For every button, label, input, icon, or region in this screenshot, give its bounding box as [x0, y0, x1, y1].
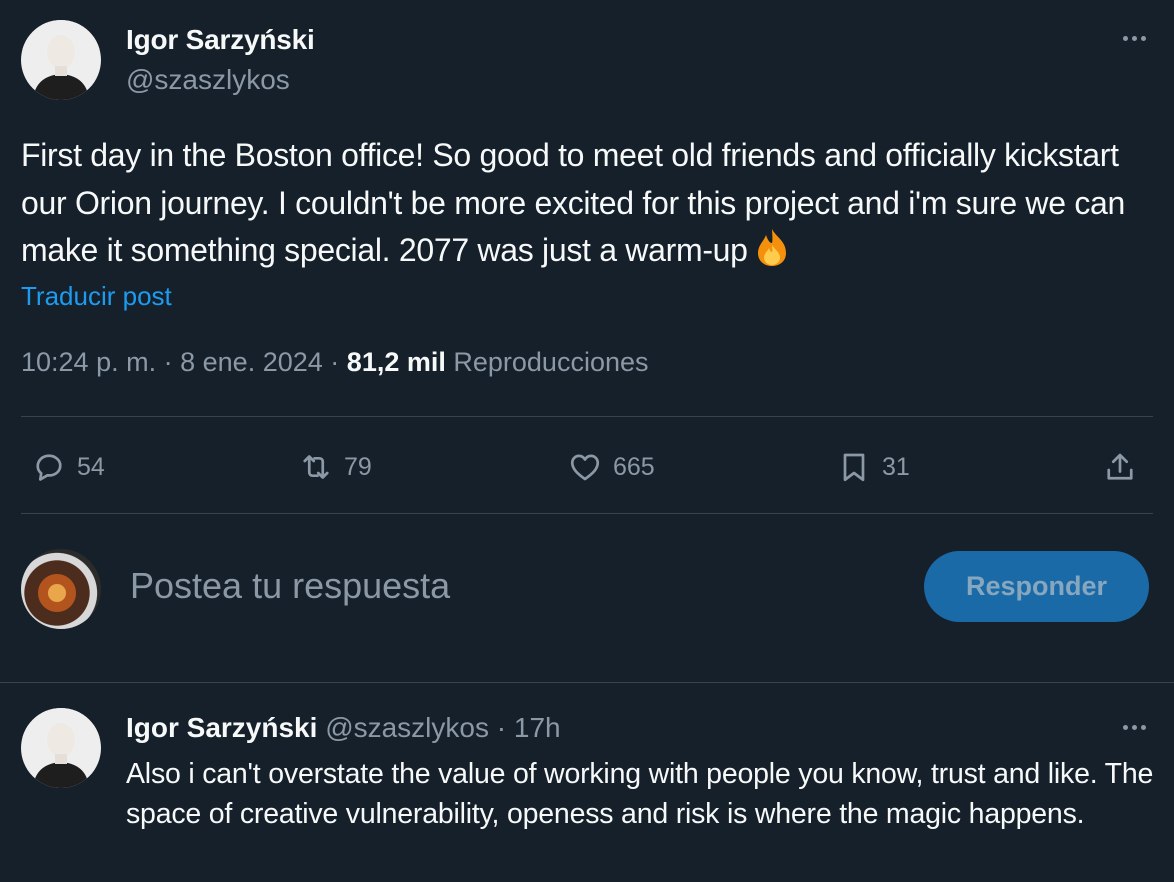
fire-emoji-icon — [757, 229, 786, 266]
reply-text: Also i can't overstate the value of work… — [126, 758, 1154, 830]
reply-author-name[interactable]: Igor Sarzyński — [126, 712, 317, 743]
author-avatar[interactable] — [21, 20, 101, 100]
reply-separator: · — [496, 712, 507, 743]
divider — [21, 416, 1153, 417]
bookmark-action[interactable]: 31 — [836, 447, 910, 487]
bookmark-count: 31 — [882, 452, 910, 481]
translate-post-link[interactable]: Traducir post — [21, 281, 172, 312]
repost-count: 79 — [344, 452, 372, 481]
reply-input[interactable]: Postea tu respuesta — [130, 565, 450, 607]
reply-time[interactable]: 17h — [514, 712, 561, 743]
divider — [0, 682, 1174, 683]
author-name[interactable]: Igor Sarzyński — [126, 24, 315, 56]
like-count: 665 — [613, 452, 655, 481]
post-meta: 10:24 p. m. · 8 ene. 2024 · 81,2 mil Rep… — [21, 347, 649, 378]
meta-separator: · — [330, 347, 340, 377]
reply-count: 54 — [77, 452, 105, 481]
reply-action[interactable]: 54 — [31, 447, 105, 487]
reply-submit-button[interactable]: Responder — [924, 551, 1149, 622]
heart-icon — [570, 454, 600, 481]
meta-separator: · — [163, 347, 173, 377]
person-photo-icon — [21, 20, 101, 100]
bookmark-icon — [843, 453, 865, 482]
share-action[interactable] — [1102, 447, 1138, 487]
reply-more-options-icon[interactable] — [1114, 713, 1154, 741]
person-photo-icon — [21, 708, 101, 788]
divider — [21, 513, 1153, 514]
reply-author-handle[interactable]: @szaszlykos — [325, 712, 489, 743]
post-detail-page: Igor Sarzyński @szaszlykos First day in … — [0, 0, 1174, 882]
repost-action[interactable]: 79 — [298, 447, 372, 487]
post-time[interactable]: 10:24 p. m. — [21, 347, 156, 377]
reply-bubble-icon — [36, 454, 62, 481]
views-label: Reproducciones — [453, 347, 649, 377]
views-count[interactable]: 81,2 mil — [347, 347, 446, 377]
reply-header: Igor Sarzyński @szaszlykos · 17h — [126, 712, 561, 744]
author-handle[interactable]: @szaszlykos — [126, 64, 290, 96]
reply-author-avatar[interactable] — [21, 708, 101, 788]
post-text: First day in the Boston office! So good … — [21, 132, 1161, 275]
repost-icon — [303, 455, 329, 479]
share-icon — [1107, 453, 1133, 480]
post-text-content: First day in the Boston office! So good … — [21, 137, 1126, 268]
current-user-avatar[interactable] — [21, 549, 101, 629]
post-date[interactable]: 8 ene. 2024 — [180, 347, 323, 377]
more-options-icon[interactable] — [1114, 24, 1154, 52]
like-action[interactable]: 665 — [567, 447, 655, 487]
